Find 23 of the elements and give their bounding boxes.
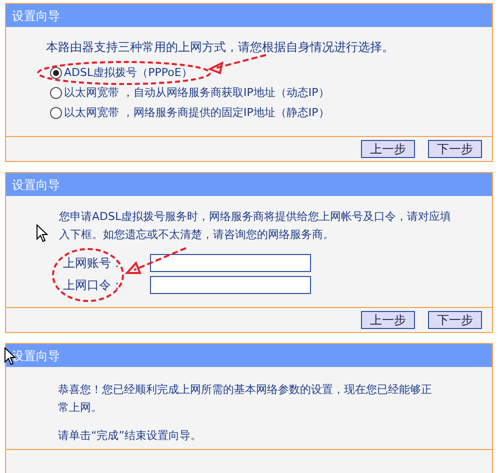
- wizard-button[interactable]: 下一步: [428, 140, 482, 158]
- radio-button[interactable]: [50, 107, 62, 119]
- radio-button[interactable]: [50, 67, 62, 79]
- panel-title: 设置向导: [12, 348, 60, 364]
- panel-title: 设置向导: [12, 176, 60, 194]
- panel-title: 设置向导: [12, 8, 60, 24]
- connection-type-option[interactable]: ADSL虚拟拨号（PPPoE）: [50, 65, 492, 81]
- wizard-button[interactable]: 下一步: [428, 311, 482, 329]
- mouse-pointer-icon: [36, 224, 48, 243]
- annotation-arrow: [124, 246, 188, 276]
- field-label: 上网口令：: [63, 277, 124, 294]
- wizard-button[interactable]: 上一步: [361, 140, 415, 158]
- instruction-text: 本路由器支持三种常用的上网方式，请您根据自身情况进行选择。: [46, 39, 395, 55]
- radio-button[interactable]: [50, 87, 62, 99]
- instruction-text: 您申请ADSL虚拟拨号服务时，网络服务商将提供给您上网帐号及口令，请对应填入下框。如您遗忘或不太清楚，请咨询您的网络服务商。: [59, 209, 452, 243]
- wizard-button[interactable]: 上一步: [361, 311, 415, 329]
- annotation-arrow: [208, 53, 268, 75]
- connection-type-option[interactable]: 以太网宽带 ，自动从网络服务商获取IP地址（动态IP）: [50, 85, 492, 101]
- message-text: 请单击“完成”结束设置向导。: [58, 428, 202, 444]
- input-field[interactable]: [150, 276, 311, 294]
- input-field[interactable]: [150, 254, 311, 272]
- connection-type-option[interactable]: 以太网宽带 ，网络服务商提供的固定IP地址（静态IP）: [50, 105, 492, 121]
- message-text: 恭喜您！您已经顺利完成上网所需的基本网络参数的设置，现在您已经能够正常上网。: [58, 382, 432, 416]
